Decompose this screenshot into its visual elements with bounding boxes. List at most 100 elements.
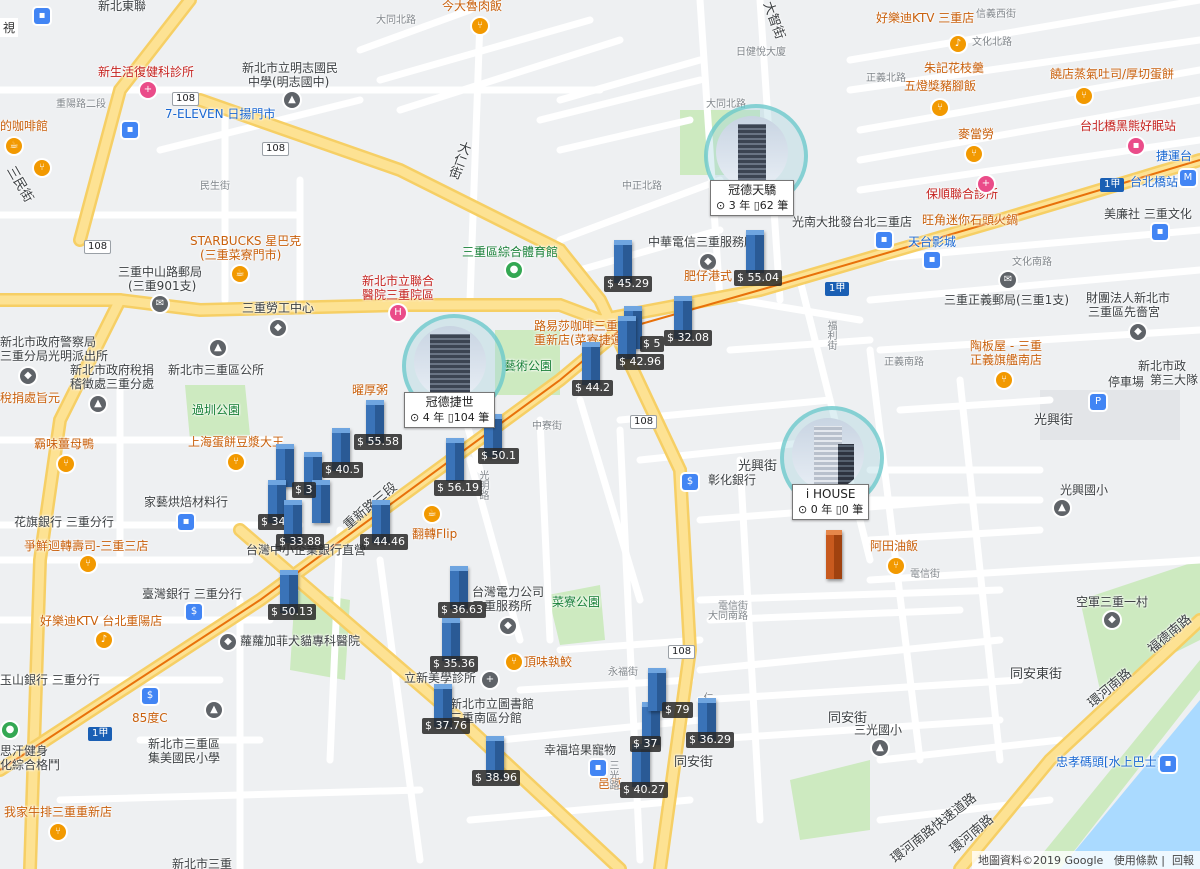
place-label: 新北市立聯合 <box>362 274 435 288</box>
restaurant-icon[interactable]: ⑂ <box>932 100 948 116</box>
clinic-icon[interactable]: + <box>482 672 498 688</box>
building-photo <box>716 116 788 188</box>
bank-icon[interactable]: $ <box>142 688 158 704</box>
street-label: 正義南路 <box>884 357 924 368</box>
school-icon[interactable]: ▲ <box>206 702 222 718</box>
map-canvas[interactable]: 108 108 108 108 108 1甲 1甲 1甲 新北市立明志國民 中學… <box>0 0 1200 869</box>
tower-shape <box>430 334 470 398</box>
price-label: $ 37.76 <box>422 718 470 734</box>
restaurant-icon[interactable]: ⑂ <box>80 556 96 572</box>
place-label: 停車場 <box>1108 375 1145 389</box>
hospital-icon[interactable]: + <box>140 82 156 98</box>
stadium-icon[interactable]: ● <box>506 262 522 278</box>
building-photo <box>792 418 864 490</box>
telecom-icon[interactable]: ◆ <box>700 254 716 270</box>
route-1-shield: 1甲 <box>1100 178 1125 192</box>
restaurant-icon[interactable]: ⑂ <box>996 372 1012 388</box>
terms-link[interactable]: 使用條款 <box>1114 854 1158 867</box>
cafe-icon[interactable]: ☕ <box>424 506 440 522</box>
utility-icon[interactable]: ◆ <box>500 618 516 634</box>
place-label: 新生活復健科診所 <box>98 65 195 79</box>
cafe-icon[interactable]: ☕ <box>6 138 22 154</box>
side-panel-toggle[interactable]: 視 <box>0 18 19 37</box>
project-info-ihouse[interactable]: i HOUSE ⊙ 0 年 ▯0 筆 <box>792 484 870 520</box>
project-info-guande-jieshi[interactable]: 冠德捷世 ⊙ 4 年 ▯104 筆 <box>404 392 496 428</box>
price-label: $ 56.19 <box>434 480 482 496</box>
school-icon[interactable]: ▲ <box>1054 500 1070 516</box>
place-label: 過圳公園 <box>192 403 241 417</box>
restaurant-icon[interactable]: ⑂ <box>34 160 50 176</box>
bank-icon[interactable]: $ <box>186 604 202 620</box>
parking-icon[interactable]: P <box>1090 394 1106 410</box>
restaurant-icon[interactable]: ⑂ <box>50 824 66 840</box>
report-link[interactable]: 回報 <box>1172 854 1194 867</box>
street-label: 民生街 <box>200 181 230 192</box>
shop-icon[interactable]: ▪ <box>122 122 138 138</box>
place-label: 三重區綜合體育館 <box>462 245 559 259</box>
place-label: 捷運台 <box>1156 149 1193 163</box>
bar-icon[interactable]: ♪ <box>950 36 966 52</box>
route-108-shield: 108 <box>172 92 200 106</box>
metro-icon[interactable]: M <box>1180 170 1196 186</box>
hospital-icon[interactable]: + <box>978 176 994 192</box>
place-label: 新北市三重區 <box>148 737 221 751</box>
restaurant-icon[interactable]: ⑂ <box>506 654 522 670</box>
gov-icon[interactable]: ▲ <box>210 340 226 356</box>
restaurant-icon[interactable]: ⑂ <box>472 18 488 34</box>
place-label: 旺角迷你石頭火鍋 <box>922 213 1019 227</box>
project-count: 62 筆 <box>759 199 789 212</box>
place-label: 蘿蘿加菲犬貓專科醫院 <box>240 634 361 648</box>
place-label: 路易莎咖啡三重 <box>534 319 619 333</box>
restaurant-icon[interactable]: ⑂ <box>58 456 74 472</box>
bank-icon[interactable]: $ <box>682 474 698 490</box>
place-label: 饒店蒸氣吐司/厚切蛋餅 <box>1050 67 1175 81</box>
price-label: $ 36.63 <box>438 602 486 618</box>
police-icon[interactable]: ◆ <box>20 368 36 384</box>
place-label: 霸味薑母鴨 <box>34 437 95 451</box>
ferry-icon[interactable]: ▪ <box>1160 756 1176 772</box>
gym-icon[interactable]: ● <box>2 722 18 738</box>
landmark-icon[interactable]: ◆ <box>1104 612 1120 628</box>
place-label: 7-ELEVEN 日揚門市 <box>165 107 276 121</box>
route-1-shield: 1甲 <box>88 727 113 741</box>
school-icon[interactable]: ▲ <box>872 740 888 756</box>
project-name: 冠德捷世 <box>425 395 474 409</box>
restaurant-icon[interactable]: ⑂ <box>1076 88 1092 104</box>
pet-shop-icon[interactable]: ▪ <box>590 760 606 776</box>
shop-icon[interactable]: ▪ <box>178 514 194 530</box>
place-label: 上海蛋餅豆漿大王 <box>188 435 285 449</box>
place-label: 朱記花枝羹 <box>924 61 985 75</box>
post-office-icon[interactable]: ✉ <box>152 296 168 312</box>
restaurant-icon[interactable]: ⑂ <box>966 146 982 162</box>
temple-icon[interactable]: ◆ <box>1130 324 1146 340</box>
place-label: 五燈獎豬腳飯 <box>904 79 977 93</box>
price-label: $ 50.1 <box>478 448 519 464</box>
cinema-icon[interactable]: ▪ <box>924 252 940 268</box>
restaurant-icon[interactable]: ⑂ <box>888 558 904 574</box>
selected-building-icon[interactable] <box>826 530 842 579</box>
cafe-icon[interactable]: ☕ <box>232 266 248 282</box>
price-label: $ 3 <box>292 482 316 498</box>
clock-icon: ⊙ <box>716 199 726 212</box>
gov-icon[interactable]: ▲ <box>90 396 106 412</box>
project-name: 冠德天驕 <box>728 183 777 197</box>
shop-icon[interactable]: ▪ <box>34 8 50 24</box>
place-label: 我家牛排三重重新店 <box>4 805 113 819</box>
shop-icon[interactable]: ▪ <box>1152 224 1168 240</box>
bar-icon[interactable]: ♪ <box>96 632 112 648</box>
school-icon[interactable]: ▲ <box>284 92 300 108</box>
shop-icon[interactable]: ▪ <box>876 232 892 248</box>
price-label: $ 5 <box>640 336 664 352</box>
place-label: 新北市三重區公所 <box>168 363 265 377</box>
street-label: 電信街 <box>718 601 748 612</box>
place-label: 正義旗艦南店 <box>970 353 1043 367</box>
hotel-icon[interactable]: ▪ <box>1128 138 1144 154</box>
post-office-icon[interactable]: ✉ <box>1000 272 1016 288</box>
vet-icon[interactable]: ◆ <box>220 634 236 650</box>
tower-shape <box>738 124 766 188</box>
place-label: 爭鮮迴轉壽司-三重三店 <box>24 539 149 553</box>
price-label: $ 42.96 <box>616 354 664 370</box>
community-icon[interactable]: ◆ <box>270 320 286 336</box>
project-info-guande-tianjiao[interactable]: 冠德天驕 ⊙ 3 年 ▯62 筆 <box>710 180 795 216</box>
restaurant-icon[interactable]: ⑂ <box>228 454 244 470</box>
